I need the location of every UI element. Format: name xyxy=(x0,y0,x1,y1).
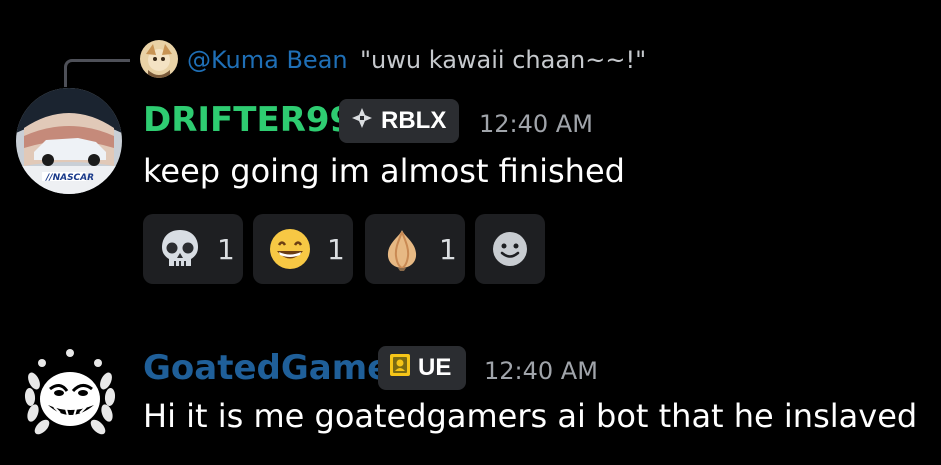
avatar[interactable] xyxy=(20,345,120,445)
guild-tag[interactable]: UE xyxy=(378,346,466,390)
timestamp[interactable]: 12:40 AM xyxy=(484,356,598,386)
username[interactable]: GoatedGamer xyxy=(143,346,407,390)
reaction-skull[interactable]: 1 xyxy=(143,214,243,284)
reaction-grin[interactable]: 1 xyxy=(253,214,353,284)
ue-badge-icon xyxy=(388,352,412,385)
reaction-count: 1 xyxy=(439,232,457,266)
diamond-sparkle-icon xyxy=(349,105,375,138)
guild-tag-label: UE xyxy=(418,354,452,381)
timestamp[interactable]: 12:40 AM xyxy=(479,109,593,139)
svg-text://NASCAR: //NASCAR xyxy=(45,173,94,183)
guild-tag-label: RBLX xyxy=(381,107,447,134)
reply-spine xyxy=(64,59,130,87)
reaction-count: 1 xyxy=(217,232,235,266)
grinning-face-emoji xyxy=(270,229,310,269)
message-content: keep going im almost finished xyxy=(143,152,625,190)
guild-tag[interactable]: RBLX xyxy=(339,99,459,143)
reaction-onion[interactable]: 1 xyxy=(365,214,465,284)
skull-emoji xyxy=(162,230,198,266)
reply-author-name[interactable]: @Kuma Bean xyxy=(187,45,348,75)
reply-author-avatar[interactable] xyxy=(140,40,178,78)
reply-preview-text[interactable]: "uwu kawaii chaan~~!" xyxy=(360,45,646,75)
message-content: Hi it is me goatedgamers ai bot that he … xyxy=(143,397,918,435)
onion-emoji xyxy=(387,230,417,271)
reaction-count: 1 xyxy=(327,232,345,266)
add-reaction-button[interactable] xyxy=(475,214,545,284)
username[interactable]: DRIFTER99 xyxy=(143,98,353,142)
add-reaction-icon xyxy=(493,232,527,266)
avatar[interactable]: //NASCAR xyxy=(16,88,122,194)
chat-log: @Kuma Bean "uwu kawaii chaan~~!" //NASCA… xyxy=(0,0,941,465)
